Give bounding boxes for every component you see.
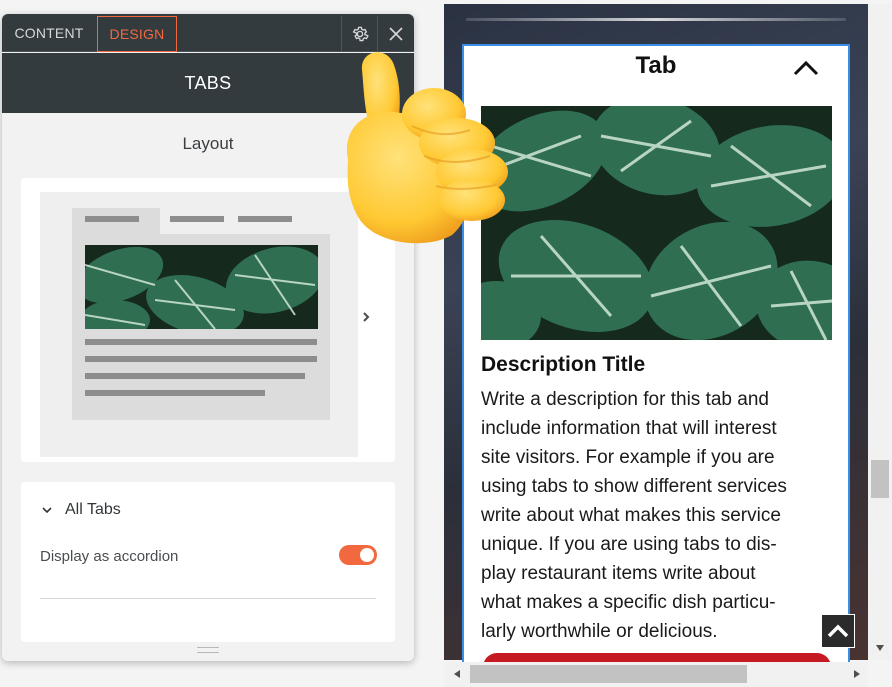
site-divider-line: [466, 18, 846, 21]
description-line: larly worthwhile or delicious.: [481, 621, 718, 642]
layout-thumb-text-line: [85, 356, 317, 362]
editor-workspace: Tab Description Title Write a descriptio…: [0, 0, 892, 687]
chevron-up-icon[interactable]: [792, 58, 820, 78]
thumbs-up-icon: [346, 52, 508, 244]
description-line: write about what makes this service: [481, 505, 781, 526]
chevron-down-icon: [42, 507, 52, 514]
toggle-knob: [360, 548, 374, 562]
description-text: Write a description for this tab and inc…: [481, 385, 837, 646]
all-tabs-section-header[interactable]: All Tabs: [41, 500, 121, 520]
vertical-scroll-thumb[interactable]: [871, 460, 889, 498]
layout-thumbnail[interactable]: [40, 192, 358, 457]
vertical-scrollbar[interactable]: [868, 4, 892, 660]
display-as-accordion-label: Display as accordion: [40, 548, 179, 565]
chevron-right-icon[interactable]: [359, 310, 373, 324]
chevron-up-icon: [827, 624, 849, 638]
scroll-right-arrow-icon[interactable]: [853, 669, 861, 679]
description-line: include information that will interest: [481, 418, 777, 439]
layout-thumb-tab-line: [238, 216, 292, 222]
horizontal-scroll-thumb[interactable]: [470, 665, 747, 683]
horizontal-scrollbar[interactable]: [444, 662, 868, 687]
description-title: Description Title: [481, 353, 646, 376]
layout-thumb-text-line: [85, 339, 317, 345]
scroll-down-arrow-icon[interactable]: [875, 644, 885, 652]
description-line: using tabs to show different services: [481, 476, 787, 497]
layout-thumb-tab-line: [170, 216, 224, 222]
description-line: what makes a specific dish particu-: [481, 592, 776, 613]
all-tabs-label: All Tabs: [65, 501, 121, 518]
layout-thumb-text-line: [85, 373, 305, 379]
scroll-left-arrow-icon[interactable]: [453, 669, 461, 679]
description-line: play restaurant items write about: [481, 563, 756, 584]
divider: [40, 598, 376, 599]
description-line: Write a description for this tab and: [481, 389, 769, 410]
close-icon: [388, 27, 403, 41]
tab-image: [481, 106, 832, 340]
layout-thumb-image: [85, 245, 318, 329]
tab-content[interactable]: CONTENT: [2, 16, 96, 52]
tab-design[interactable]: DESIGN: [97, 16, 177, 52]
description-line: unique. If you are using tabs to dis-: [481, 534, 777, 555]
panel-resize-handle[interactable]: [197, 647, 219, 653]
back-to-top-button[interactable]: [821, 614, 855, 648]
layout-thumb-tab-line: [85, 216, 139, 222]
description-line: site visitors. For example if you are: [481, 447, 775, 468]
display-as-accordion-toggle[interactable]: [339, 545, 377, 565]
layout-thumb-text-line: [85, 390, 265, 396]
accordion-settings-card: All Tabs Display as accordion: [21, 482, 395, 642]
